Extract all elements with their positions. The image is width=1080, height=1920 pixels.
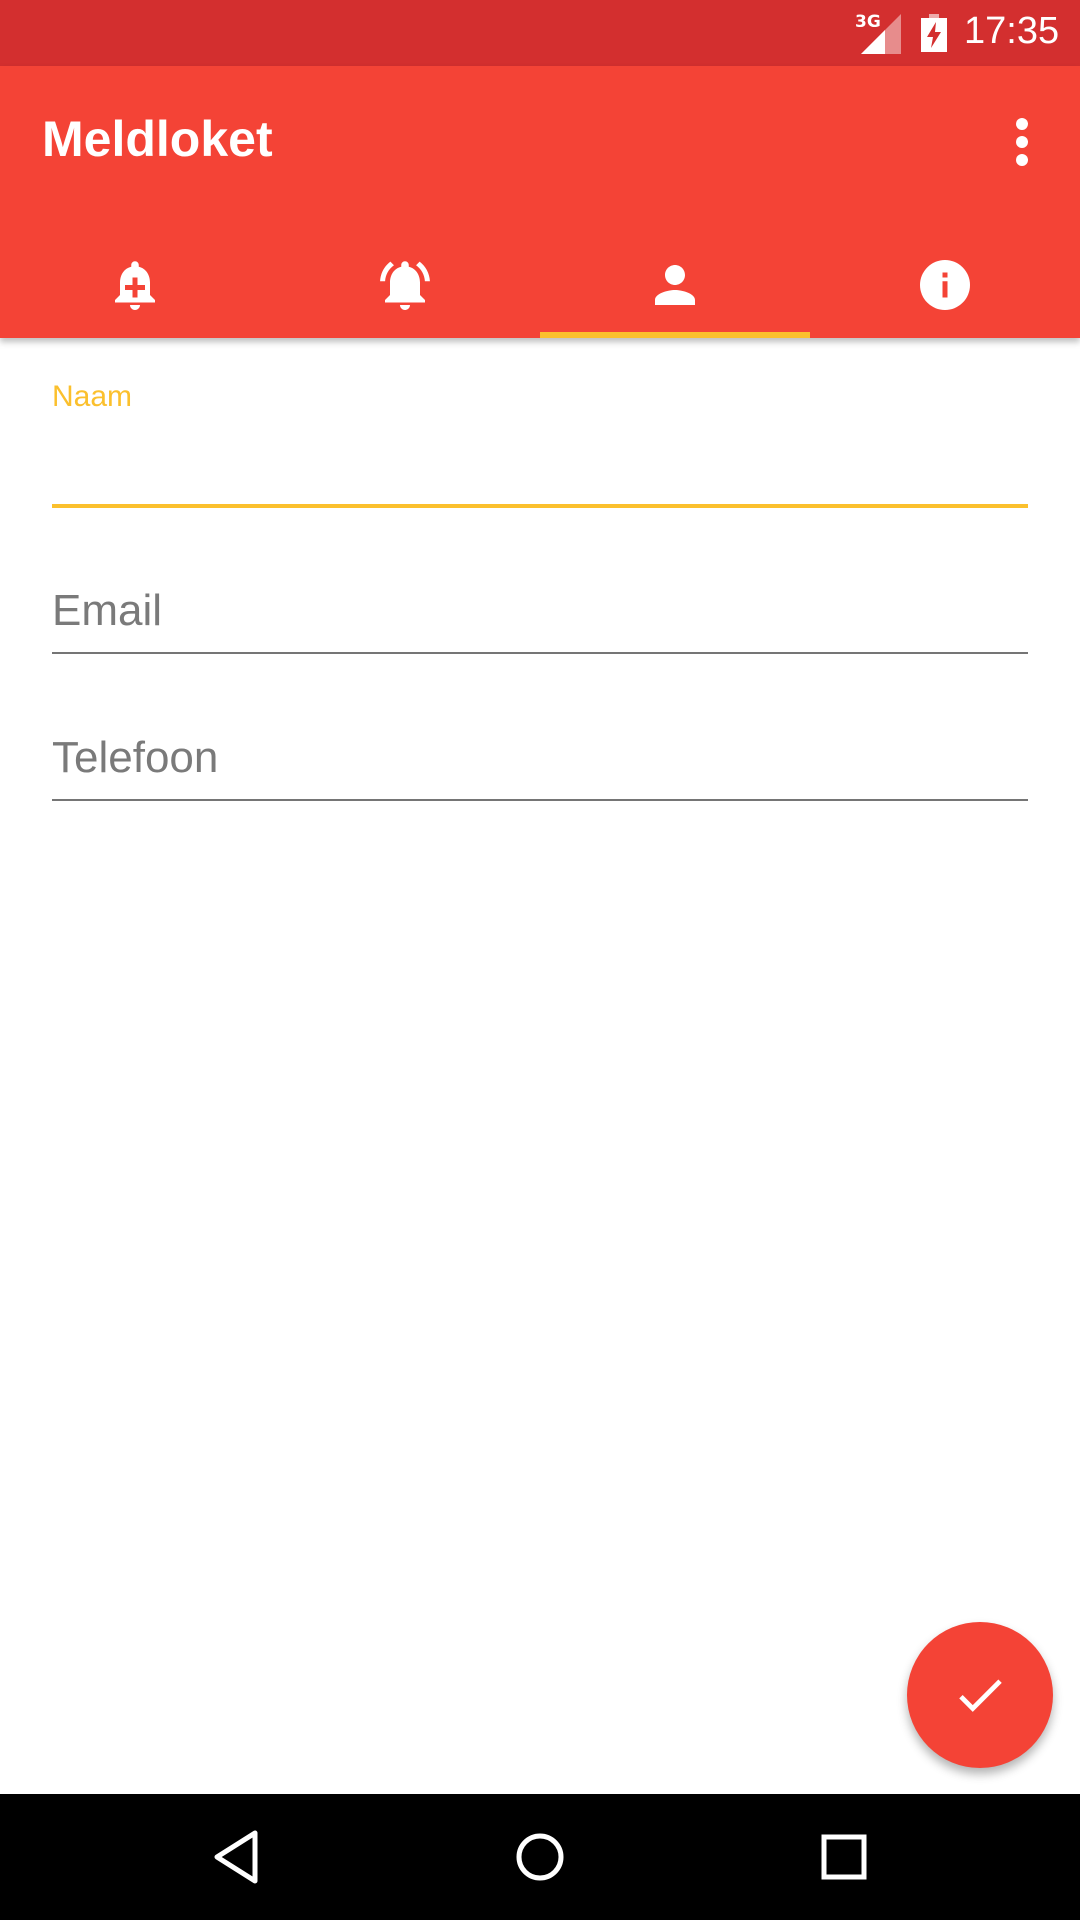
email-placeholder: Email (52, 586, 163, 635)
info-icon (920, 260, 970, 310)
app-title: Meldloket (42, 111, 273, 167)
tab-new-report[interactable] (0, 232, 270, 338)
overflow-menu-icon (1016, 118, 1028, 130)
back-icon[interactable] (207, 1827, 267, 1887)
app-bar: Meldloket (0, 66, 1080, 338)
phone-placeholder: Telefoon (52, 733, 219, 782)
overflow-menu-dot (1016, 154, 1028, 166)
bell-plus-icon (115, 261, 155, 310)
check-icon (959, 1679, 1002, 1712)
battery-charging-icon (921, 14, 947, 52)
status-bar: 3G 17:35 (0, 0, 1080, 66)
signal-icon (861, 14, 901, 54)
tab-profile[interactable] (540, 232, 810, 338)
overflow-menu-dot (1016, 136, 1028, 148)
email-field[interactable]: Email (52, 586, 1028, 656)
person-icon (655, 265, 695, 305)
name-underline (52, 504, 1028, 508)
home-icon[interactable] (510, 1827, 570, 1887)
phone-field[interactable]: Telefoon (52, 733, 1028, 803)
active-tab-indicator (540, 332, 810, 338)
overflow-menu-button[interactable] (1000, 112, 1044, 172)
name-label: Naam (52, 380, 133, 413)
bell-ringing-icon (380, 261, 430, 310)
clock: 17:35 (964, 10, 1060, 52)
submit-fab[interactable] (907, 1622, 1053, 1768)
phone-underline (52, 799, 1028, 801)
recents-icon[interactable] (814, 1827, 874, 1887)
email-underline (52, 652, 1028, 654)
name-field[interactable]: Naam (52, 380, 1028, 510)
tab-bar (0, 232, 1080, 338)
tab-alerts[interactable] (270, 232, 540, 338)
tab-info[interactable] (810, 232, 1080, 338)
navigation-bar (0, 1794, 1080, 1920)
